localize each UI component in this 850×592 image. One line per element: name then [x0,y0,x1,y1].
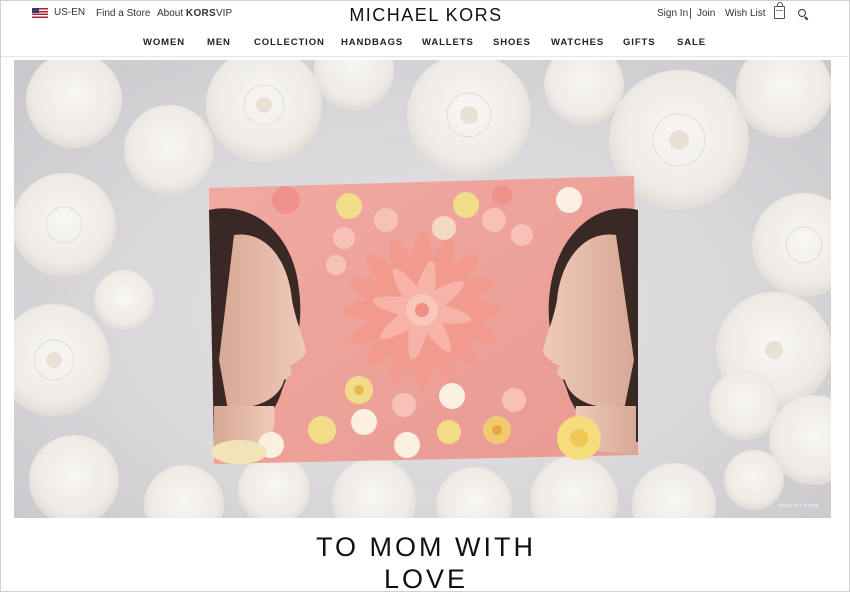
main-nav: WOMEN MEN COLLECTION HANDBAGS WALLETS SH… [1,35,850,53]
utility-bar: US-EN Find a Store About KORSVIP MICHAEL… [1,1,850,27]
pink-dahlia [344,232,500,388]
nav-item-collection[interactable]: COLLECTION [254,37,325,48]
divider [690,8,691,19]
nav-item-shoes[interactable]: SHOES [493,37,531,48]
nav-item-wallets[interactable]: WALLETS [422,37,474,48]
shopping-bag-icon[interactable] [774,2,785,19]
hero-illustration [14,60,831,518]
page-frame: US-EN Find a Store About KORSVIP MICHAEL… [0,0,850,592]
wish-list-link[interactable]: Wish List [725,8,766,19]
hero-banner[interactable]: MICHAEL KORS [14,60,831,518]
headline-line-2: LOVE [383,564,469,592]
join-link[interactable]: Join [697,8,715,19]
nav-item-watches[interactable]: WATCHES [551,37,604,48]
nav-item-handbags[interactable]: HANDBAGS [341,37,403,48]
nav-divider [1,56,850,57]
search-icon[interactable] [798,9,806,17]
headline-line-1: TO MOM WITH [316,532,536,562]
brand-logo[interactable]: MICHAEL KORS [1,5,850,26]
nav-item-sale[interactable]: SALE [677,37,706,48]
hero-watermark: MICHAEL KORS [779,503,819,508]
nav-item-gifts[interactable]: GIFTS [623,37,655,48]
nav-item-women[interactable]: WOMEN [143,37,185,48]
sign-in-link[interactable]: Sign In [657,8,688,19]
hero-headline[interactable]: TO MOM WITH LOVE [1,531,850,592]
nav-item-men[interactable]: MEN [207,37,231,48]
